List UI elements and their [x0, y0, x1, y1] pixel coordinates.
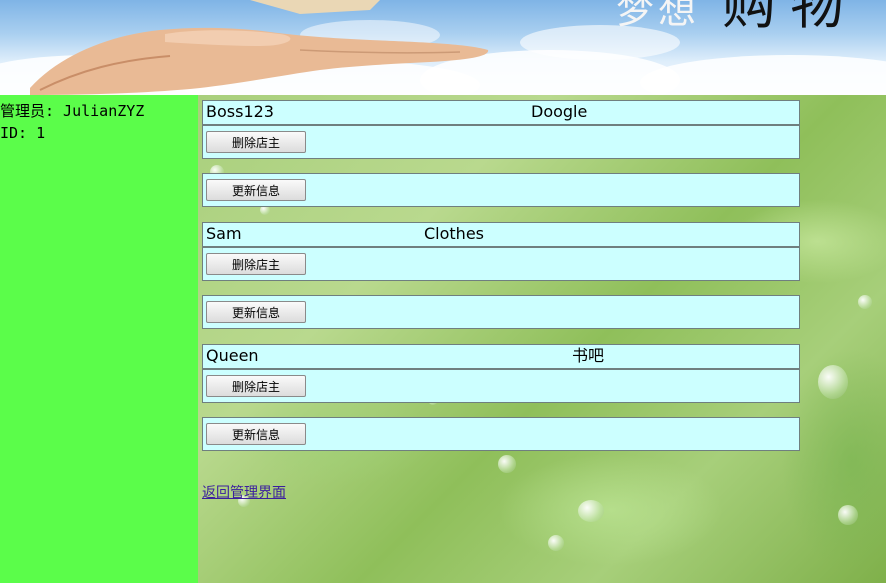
- sidebar: 管理员: JulianZYZ ID: 1: [0, 95, 198, 583]
- shop-name: Clothes: [424, 224, 484, 243]
- delete-owner-button[interactable]: 删除店主: [206, 131, 306, 153]
- update-info-button[interactable]: 更新信息: [206, 301, 306, 323]
- shop-owner: Queen: [206, 346, 259, 365]
- shop-info-row: Sam Clothes: [202, 222, 800, 247]
- update-info-button[interactable]: 更新信息: [206, 423, 306, 445]
- site-title-dark: 购物: [722, 0, 858, 36]
- header-banner: 梦想 购物: [0, 0, 886, 95]
- shop-update-row: 更新信息: [202, 173, 800, 207]
- shop-name: 书吧: [572, 346, 605, 365]
- shop-name: Doogle: [531, 102, 588, 121]
- update-info-button[interactable]: 更新信息: [206, 179, 306, 201]
- shop-info-row: Boss123 Doogle: [202, 100, 800, 125]
- shop-update-row: 更新信息: [202, 417, 800, 451]
- admin-id: ID: 1: [0, 124, 46, 142]
- back-to-admin-link[interactable]: 返回管理界面: [202, 482, 286, 502]
- shop-owner: Sam: [206, 224, 242, 243]
- admin-name: 管理员: JulianZYZ: [0, 102, 145, 120]
- delete-owner-button[interactable]: 删除店主: [206, 253, 306, 275]
- shop-info-row: Queen 书吧: [202, 344, 800, 369]
- shop-delete-row: 删除店主: [202, 125, 800, 159]
- hand-image: [30, 0, 489, 95]
- main-content: Boss123 Doogle 删除店主 更新信息 Sam Clothes 删除店…: [198, 95, 886, 583]
- site-title-light: 梦想: [615, 0, 700, 32]
- shop-delete-row: 删除店主: [202, 247, 800, 281]
- shop-update-row: 更新信息: [202, 295, 800, 329]
- shop-owner: Boss123: [206, 102, 274, 121]
- site-title: 梦想 购物: [616, 0, 858, 32]
- shop-delete-row: 删除店主: [202, 369, 800, 403]
- delete-owner-button[interactable]: 删除店主: [206, 375, 306, 397]
